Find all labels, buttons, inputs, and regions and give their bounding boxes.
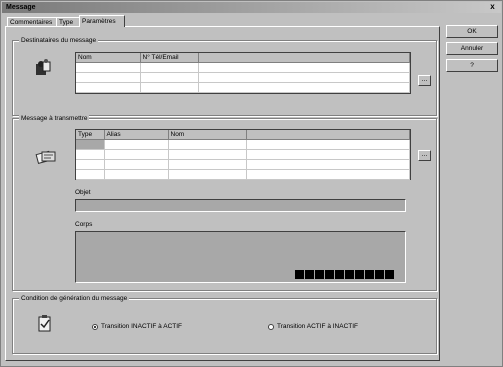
column-header-blank	[246, 130, 410, 140]
column-header-nom[interactable]: Nom	[168, 130, 247, 140]
body-cell-strip	[295, 270, 394, 279]
table-row[interactable]	[76, 72, 410, 83]
column-header-type[interactable]: Type	[76, 130, 105, 140]
column-header-blank	[198, 53, 410, 63]
radio-label: Transition INACTIF à ACTIF	[101, 323, 183, 330]
title-bar: Message x	[2, 2, 501, 13]
condition-group-title: Condition de génération du message	[19, 294, 130, 303]
clipboard-check-icon	[38, 315, 51, 332]
recipients-grid[interactable]: Nom N° Tél/Email	[75, 52, 411, 94]
table-row[interactable]	[76, 82, 410, 93]
window-title: Message	[6, 4, 36, 11]
people-icon	[36, 59, 51, 75]
subject-field[interactable]	[75, 199, 406, 212]
table-row[interactable]	[76, 169, 410, 180]
message-grid[interactable]: Type Alias Nom	[75, 129, 411, 180]
recipients-browse-button[interactable]: ...	[418, 75, 431, 86]
column-header-alias[interactable]: Alias	[104, 130, 169, 140]
table-row[interactable]	[76, 149, 410, 160]
table-row[interactable]	[76, 139, 410, 150]
column-header-tel-email[interactable]: N° Tél/Email	[140, 53, 199, 63]
help-button[interactable]: ?	[446, 59, 498, 72]
message-group-title: Message à transmettre	[19, 114, 90, 123]
subject-label: Objet	[75, 189, 91, 196]
body-label: Corps	[75, 221, 93, 228]
parametres-panel: Destinataires du message Nom N° Tél/Emai…	[5, 26, 440, 361]
radio-button-selected[interactable]	[92, 323, 98, 330]
tab-parametres[interactable]: Paramètres	[79, 15, 125, 27]
column-header-nom[interactable]: Nom	[76, 53, 141, 63]
radio-inactif-to-actif[interactable]: Transition INACTIF à ACTIF	[92, 323, 182, 330]
recipients-group-title: Destinataires du message	[19, 36, 99, 45]
message-group: Message à transmettre Type Alias Nom ...…	[12, 114, 437, 291]
radio-label: Transition ACTIF à INACTIF	[277, 323, 359, 330]
table-row[interactable]	[76, 62, 410, 73]
cancel-button[interactable]: Annuler	[446, 42, 498, 55]
close-icon[interactable]: x	[488, 2, 497, 11]
radio-button[interactable]	[268, 323, 274, 330]
body-textarea[interactable]	[75, 231, 406, 283]
message-cards-icon	[35, 150, 56, 164]
ok-button[interactable]: OK	[446, 25, 498, 38]
table-row[interactable]	[76, 159, 410, 170]
radio-actif-to-inactif[interactable]: Transition ACTIF à INACTIF	[268, 323, 358, 330]
condition-group: Condition de génération du message Trans…	[12, 294, 437, 354]
message-browse-button[interactable]: ...	[418, 150, 431, 161]
recipients-group: Destinataires du message Nom N° Tél/Emai…	[12, 36, 437, 116]
message-dialog: Message x Commentaires Type Paramètres D…	[0, 0, 503, 367]
